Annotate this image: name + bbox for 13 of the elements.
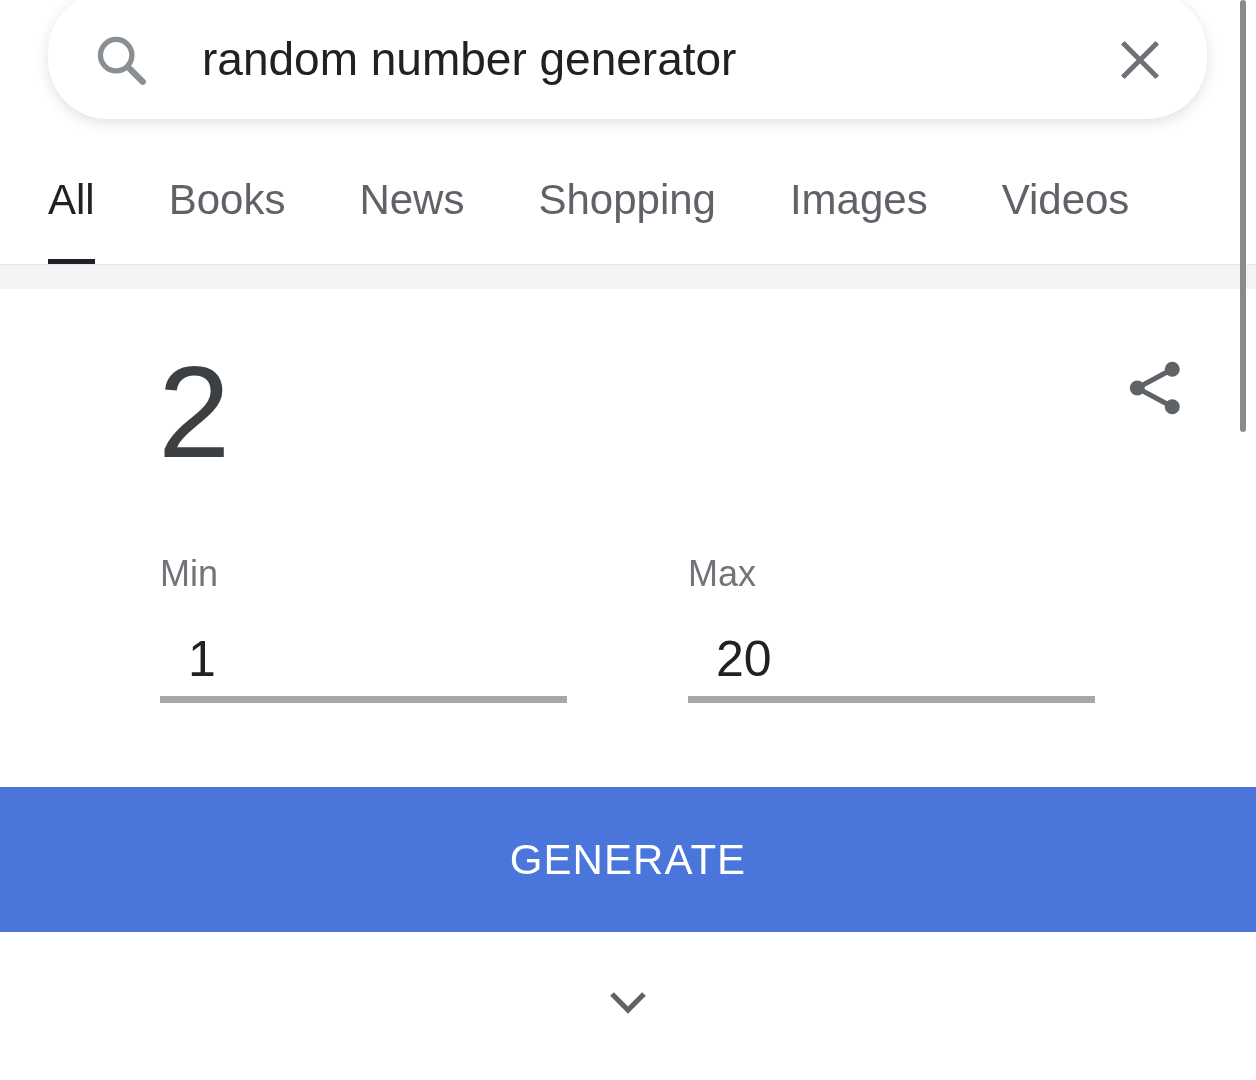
search-field[interactable]: random number generator	[202, 25, 1117, 94]
tab[interactable]: Images	[789, 160, 928, 264]
number-field[interactable]: 1	[160, 621, 567, 703]
result-number: 2	[158, 347, 231, 477]
tab[interactable]: Videos	[1001, 160, 1130, 264]
field-label: Max	[688, 552, 757, 596]
chevron-down-icon[interactable]	[608, 990, 648, 1016]
tab[interactable]: News	[359, 160, 465, 264]
tab[interactable]: Books	[168, 160, 286, 264]
number-field[interactable]: 20	[688, 621, 1095, 703]
field-label: Min	[160, 552, 219, 596]
generate-button[interactable]: GENERATE	[0, 787, 1256, 932]
tab[interactable]: Shopping	[538, 160, 716, 264]
